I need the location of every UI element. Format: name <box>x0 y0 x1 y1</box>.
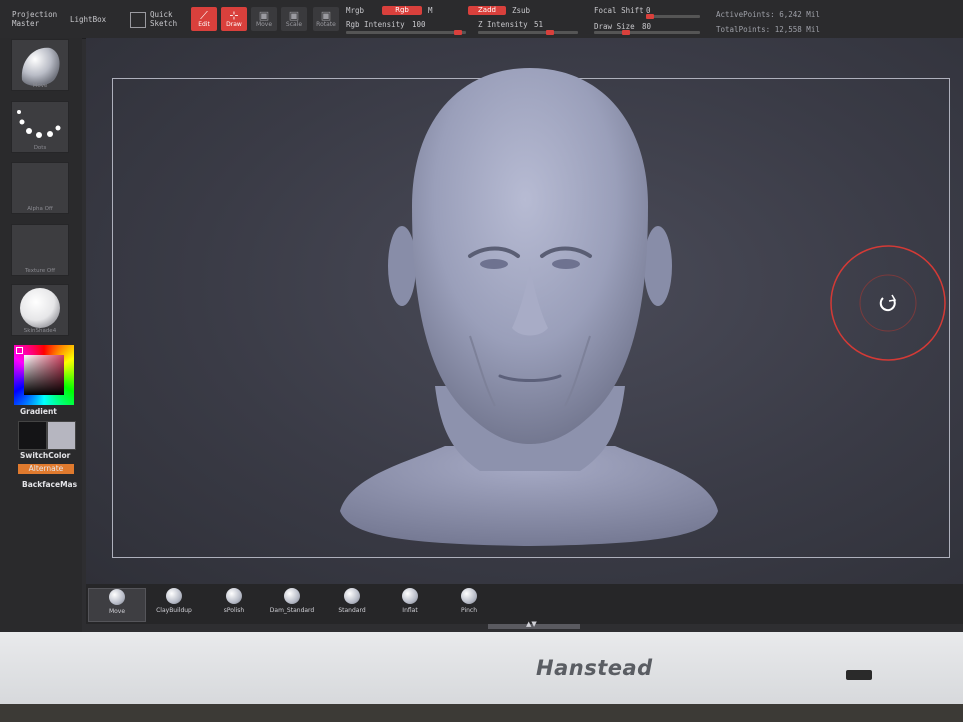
primary-color-swatch[interactable] <box>18 421 47 450</box>
draw-size-knob[interactable] <box>622 30 630 35</box>
mrgb-toggle[interactable]: Mrgb <box>346 6 364 15</box>
focal-shift-label: Focal Shift <box>594 6 644 15</box>
edit-label: Edit <box>198 20 210 28</box>
active-points-readout: ActivePoints: 6,242 Mil <box>716 10 820 19</box>
color-picker-square[interactable] <box>24 355 64 395</box>
standard-brush-icon <box>344 588 360 604</box>
brush-label: Pinch <box>460 607 478 614</box>
quick-sketch-button[interactable]: Quick Sketch <box>130 10 177 28</box>
z-intensity-knob[interactable] <box>546 30 554 35</box>
z-intensity-slider[interactable] <box>478 30 578 35</box>
brush-label: ClayBuildup <box>156 607 192 614</box>
material-tile[interactable]: SkinShade4 <box>11 284 69 336</box>
brush-label: Dam_Standard <box>269 607 315 614</box>
brush-claybuildup[interactable]: ClayBuildup <box>146 588 202 620</box>
brush-inflat[interactable]: Inflat <box>382 588 438 620</box>
m-toggle[interactable]: M <box>428 6 433 15</box>
quick-sketch-label-2: Sketch <box>150 19 178 28</box>
draw-label: Draw <box>226 20 242 28</box>
draw-icon: ⊹ <box>229 8 239 22</box>
stroke-tile[interactable]: Dots <box>11 101 69 153</box>
current-brush-tile[interactable]: Move <box>11 39 69 91</box>
move-icon: ▣ <box>258 8 270 22</box>
dam-standard-brush-icon <box>284 588 300 604</box>
move-brush-ball-icon <box>109 589 125 605</box>
brush-standard[interactable]: Standard <box>324 588 380 620</box>
quick-sketch-icon <box>130 12 146 28</box>
shelf-chevron-icon: ▲▼ <box>526 620 537 628</box>
draw-button[interactable]: ⊹ Draw <box>221 7 247 31</box>
power-indicator <box>846 670 872 680</box>
brush-label: Move <box>108 608 126 615</box>
rgb-intensity-slider[interactable] <box>346 30 466 35</box>
zsub-toggle[interactable]: Zsub <box>512 6 530 15</box>
scale-icon: ▣ <box>288 8 300 22</box>
focal-shift-slider[interactable] <box>646 14 700 19</box>
scale-button[interactable]: ▣ Scale <box>281 7 307 31</box>
texture-tile[interactable]: Texture Off <box>11 224 69 276</box>
rotate-gizmo-icon[interactable] <box>828 243 948 363</box>
projection-master-button[interactable]: Projection Master <box>12 10 57 28</box>
current-brush-label: Move <box>32 83 48 89</box>
desk-surface <box>0 704 963 722</box>
rgb-toggle[interactable]: Rgb <box>382 6 422 15</box>
claybuildup-brush-icon <box>166 588 182 604</box>
switchcolor-button[interactable]: SwitchColor <box>20 451 70 460</box>
rotate-icon: ▣ <box>320 8 332 22</box>
move-button[interactable]: ▣ Move <box>251 7 277 31</box>
brush-dam-standard[interactable]: Dam_Standard <box>264 588 320 620</box>
secondary-color-swatch[interactable] <box>47 421 76 450</box>
edit-icon: ⟋ <box>200 8 208 22</box>
brush-label: sPolish <box>223 607 245 614</box>
lightbox-button[interactable]: LightBox <box>70 15 106 24</box>
alpha-label: Alpha Off <box>27 206 53 212</box>
monitor-brand-logo: Hanstead <box>536 656 653 680</box>
brush-label: Standard <box>338 607 366 614</box>
projection-master-label-2: Master <box>12 19 40 28</box>
edit-button[interactable]: ⟋ Edit <box>191 7 217 31</box>
monitor-bezel <box>0 632 963 704</box>
material-label: SkinShade4 <box>23 328 57 334</box>
spolish-brush-icon <box>226 588 242 604</box>
brush-pinch[interactable]: Pinch <box>441 588 497 620</box>
brush-spolish[interactable]: sPolish <box>206 588 262 620</box>
zadd-toggle[interactable]: Zadd <box>468 6 506 15</box>
draw-size-slider[interactable] <box>594 30 700 35</box>
rgb-intensity-knob[interactable] <box>454 30 462 35</box>
move-label: Move <box>255 20 273 28</box>
rotate-button[interactable]: ▣ Rotate <box>313 7 339 31</box>
inflat-brush-icon <box>402 588 418 604</box>
total-points-readout: TotalPoints: 12,558 Mil <box>716 25 820 34</box>
stroke-label: Dots <box>33 145 47 151</box>
alternate-button[interactable]: Alternate <box>18 464 74 474</box>
backfacemask-button[interactable]: BackfaceMas <box>22 480 77 489</box>
scale-label: Scale <box>285 20 303 28</box>
left-tray: Move Dots Alpha Off Texture Off SkinShad… <box>0 38 82 632</box>
top-toolbar: Projection Master LightBox Quick Sketch … <box>0 0 963 39</box>
z-intensity-label: Z Intensity <box>478 20 528 29</box>
color-picker[interactable] <box>14 345 74 405</box>
rotate-label: Rotate <box>316 20 336 28</box>
pinch-brush-icon <box>461 588 477 604</box>
rgb-intensity-value: 100 <box>412 20 426 29</box>
projection-master-label-1: Projection <box>12 10 58 19</box>
gradient-label[interactable]: Gradient <box>20 407 57 416</box>
quick-sketch-label-1: Quick <box>150 10 173 19</box>
brush-move[interactable]: Move <box>88 588 146 622</box>
draw-size-value: 80 <box>642 22 652 31</box>
sculpted-head-model[interactable] <box>330 66 730 550</box>
z-intensity-value: 51 <box>534 20 544 29</box>
zbrush-screen: Projection Master LightBox Quick Sketch … <box>0 0 963 632</box>
brush-label: Inflat <box>402 607 418 614</box>
focal-shift-knob[interactable] <box>646 14 654 19</box>
color-picker-marker <box>16 347 23 354</box>
alpha-tile[interactable]: Alpha Off <box>11 162 69 214</box>
rgb-intensity-label: Rgb Intensity <box>346 20 405 29</box>
texture-label: Texture Off <box>24 268 55 274</box>
